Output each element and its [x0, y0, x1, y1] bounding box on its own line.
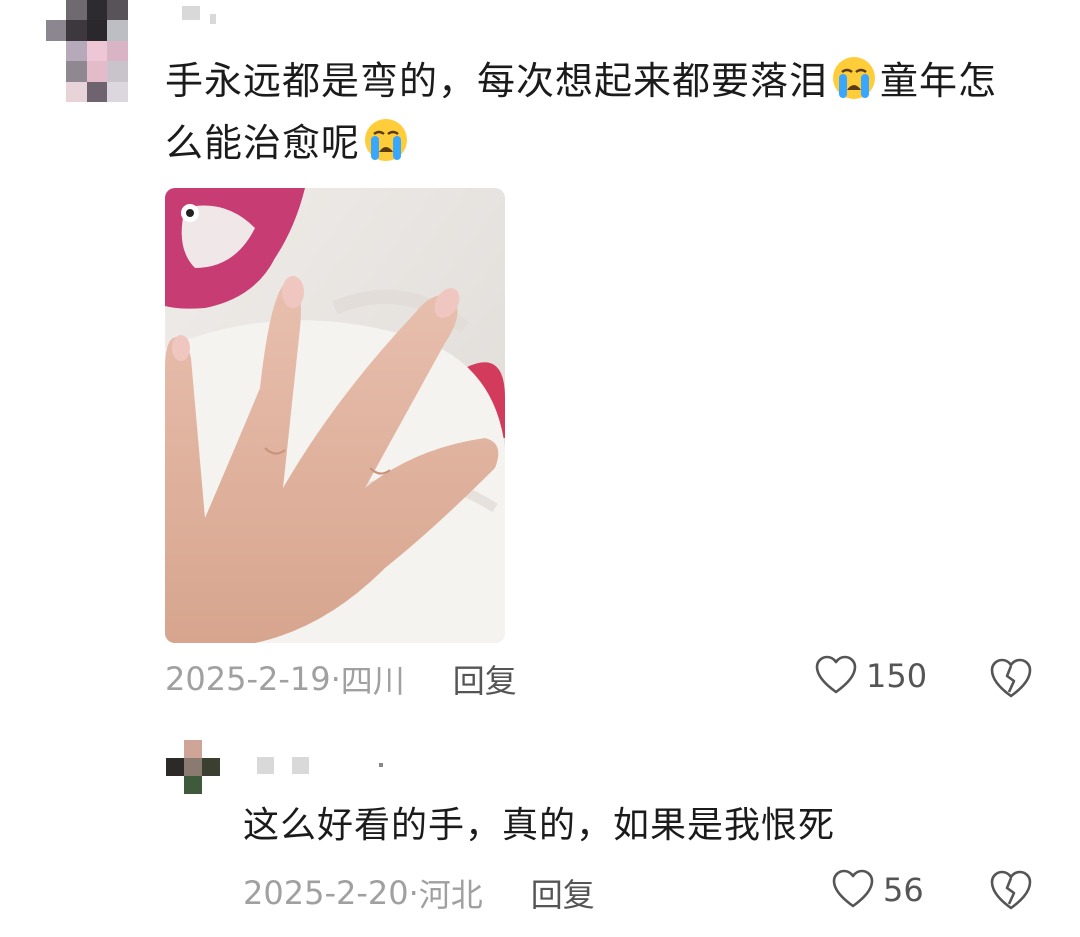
comment-text-part1: 手永远都是弯的，每次想起来都要落泪 [165, 59, 829, 103]
comment-text-part3: 么能治愈呢 [165, 121, 361, 165]
comment-meta: 2025-2-19 · 四川 回复 [165, 656, 517, 702]
loudly-crying-face-icon [833, 57, 876, 99]
reply-avatar[interactable] [166, 740, 220, 794]
reply-like-count: 56 [883, 871, 924, 909]
reply-button[interactable]: 回复 [453, 656, 517, 702]
reply-button[interactable]: 回复 [531, 870, 595, 916]
heart-outline-icon [832, 869, 874, 908]
reply-text: 这么好看的手，真的，如果是我恨死 [243, 805, 836, 846]
reply-date: 2025-2-20 [243, 874, 409, 912]
reply-location: 河北 [418, 876, 483, 914]
reply-meta: 2025-2-20 · 河北 回复 [243, 870, 595, 916]
heart-outline-icon [815, 655, 857, 694]
reply-like-button[interactable]: 56 [831, 868, 924, 912]
comment-photo[interactable] [165, 188, 505, 643]
comment-text-part2: 童年怎 [880, 59, 998, 103]
comment-location: 四川 [340, 662, 405, 700]
avatar[interactable] [46, 0, 148, 102]
comment-date: 2025-2-19 [165, 660, 331, 698]
username-redacted[interactable] [182, 6, 216, 24]
reply-username-redacted[interactable] [257, 757, 383, 774]
comment-text: 手永远都是弯的，每次想起来都要落泪 童年怎 么能治愈呢 [165, 50, 1045, 174]
like-button[interactable]: 150 [814, 654, 927, 698]
broken-heart-icon[interactable] [989, 868, 1033, 912]
like-count: 150 [866, 657, 928, 695]
meta-separator: · [408, 874, 419, 912]
meta-separator: · [330, 660, 341, 698]
broken-heart-icon[interactable] [989, 656, 1033, 700]
loudly-crying-face-icon [365, 119, 408, 161]
